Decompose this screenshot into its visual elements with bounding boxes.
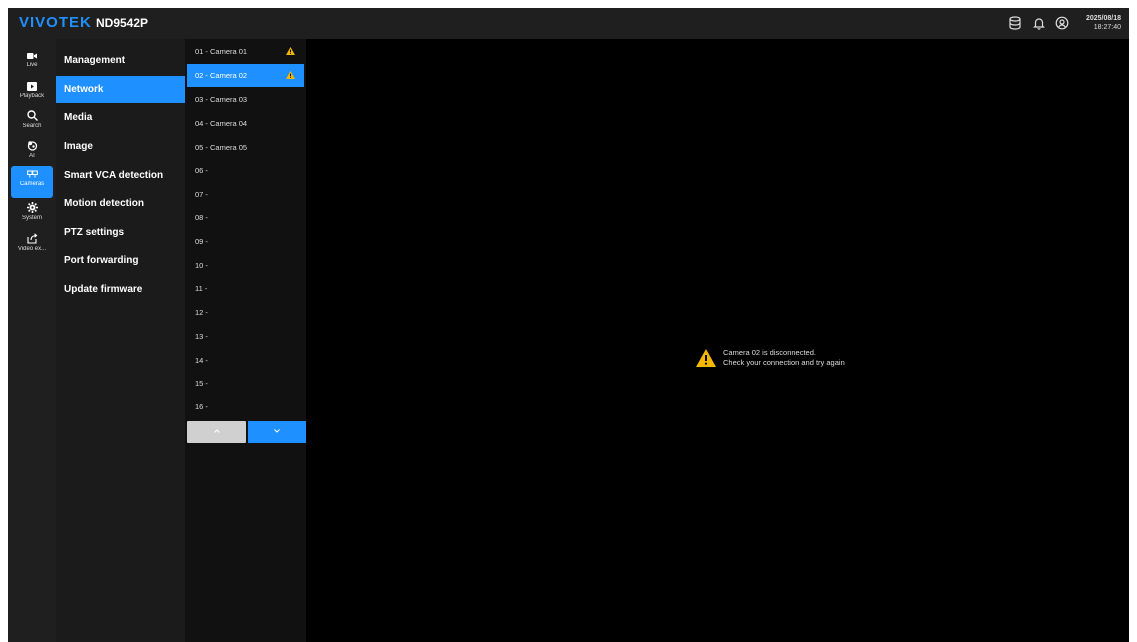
- gear-icon: [26, 202, 38, 213]
- export-icon: [26, 233, 37, 244]
- menu-item-network[interactable]: Network: [56, 76, 185, 103]
- message-line-2: Check your connection and try again: [723, 357, 845, 367]
- rail-item-ai[interactable]: AI: [11, 136, 53, 168]
- rail-label-ai: AI: [29, 153, 35, 159]
- menu-item-smart-vca-detection[interactable]: Smart VCA detection: [56, 162, 185, 189]
- top-bar: VIVOTEK ND9542P 2025/08/18 18:27:40: [8, 8, 1129, 39]
- user-icon[interactable]: [1055, 16, 1069, 30]
- app-window: VIVOTEK ND9542P 2025/08/18 18:27:40 Live…: [8, 8, 1129, 642]
- rail-label-video-export: Video ex...: [17, 246, 47, 252]
- rail-label-system: System: [21, 215, 42, 221]
- device-model: ND9542P: [96, 16, 149, 30]
- menu-item-image[interactable]: Image: [56, 133, 185, 160]
- clock-date: 2025/08/18: [1085, 15, 1121, 22]
- message-text: Camera 02 is disconnected. Check your co…: [723, 348, 845, 367]
- camera-list: 01 - Camera 01 02 - Camera 02 03 - Camer…: [185, 39, 306, 642]
- camera-label: 02 - Camera 02: [195, 71, 248, 80]
- brand-logo: VIVOTEK: [19, 14, 92, 31]
- chevron-up-icon: [213, 429, 220, 433]
- camera-list-item[interactable]: 14 -: [187, 349, 304, 372]
- camera-list-item[interactable]: 09 -: [187, 230, 304, 253]
- clock: 2025/08/18 18:27:40: [1086, 14, 1121, 32]
- camera-list-item[interactable]: 05 - Camera 05: [187, 136, 304, 159]
- camera-list-item[interactable]: 10 -: [187, 254, 304, 277]
- rail-item-video-export[interactable]: Video ex...: [11, 229, 53, 261]
- page-up-button[interactable]: [187, 421, 246, 443]
- camera-settings-panel: Camera 02 is disconnected. Check your co…: [306, 39, 1129, 642]
- ai-icon: [27, 141, 37, 151]
- rail-label-playback: Playback: [19, 93, 45, 99]
- camera-list-item[interactable]: 06 -: [187, 159, 304, 182]
- rail-label-cameras: Cameras: [19, 181, 45, 187]
- camera-list-item[interactable]: 08 -: [187, 206, 304, 229]
- warning-icon: [286, 71, 295, 79]
- menu-item-motion-detection[interactable]: Motion detection: [56, 190, 185, 217]
- left-nav-rail: Live Playback Search AI Cameras System V…: [8, 39, 56, 642]
- menu-item-ptz-settings[interactable]: PTZ settings: [56, 219, 185, 246]
- playback-icon: [27, 82, 37, 91]
- clock-time: 18:27:40: [1093, 24, 1121, 31]
- rail-item-live[interactable]: Live: [11, 48, 53, 80]
- menu-item-management[interactable]: Management: [56, 47, 185, 74]
- camera-list-item[interactable]: 04 - Camera 04: [187, 112, 304, 135]
- menu-item-update-firmware[interactable]: Update firmware: [56, 276, 185, 303]
- bell-icon[interactable]: [1032, 16, 1046, 30]
- camera-label: 01 - Camera 01: [195, 47, 248, 56]
- rail-label-live: Live: [26, 62, 38, 68]
- rail-item-system[interactable]: System: [11, 198, 53, 230]
- camera-list-item-selected[interactable]: 02 - Camera 02: [187, 64, 304, 87]
- video-camera-icon: [27, 53, 37, 59]
- camera-list-item[interactable]: 07 -: [187, 183, 304, 206]
- menu-item-port-forwarding[interactable]: Port forwarding: [56, 247, 185, 274]
- camera-list-item[interactable]: 12 -: [187, 301, 304, 324]
- rail-label-search: Search: [22, 123, 42, 129]
- search-icon: [26, 110, 38, 121]
- storage-icon[interactable]: [1008, 16, 1022, 30]
- camera-list-item[interactable]: 15 -: [187, 372, 304, 395]
- rail-item-search[interactable]: Search: [11, 106, 53, 138]
- cameras-icon: [26, 170, 38, 178]
- settings-menu: Management Network Media Image Smart VCA…: [56, 39, 185, 642]
- message-line-1: Camera 02 is disconnected.: [723, 348, 816, 357]
- camera-list-item[interactable]: 03 - Camera 03: [187, 88, 304, 111]
- camera-list-item[interactable]: 11 -: [187, 277, 304, 300]
- menu-item-media[interactable]: Media: [56, 104, 185, 131]
- camera-list-item[interactable]: 16 -: [187, 395, 304, 418]
- warning-icon: [696, 349, 716, 367]
- camera-list-item[interactable]: 01 - Camera 01: [187, 40, 304, 63]
- rail-item-cameras[interactable]: Cameras: [11, 166, 53, 198]
- camera-list-item[interactable]: 13 -: [187, 325, 304, 348]
- chevron-down-icon: [274, 429, 280, 433]
- warning-icon: [286, 47, 295, 55]
- page-down-button[interactable]: [248, 421, 306, 443]
